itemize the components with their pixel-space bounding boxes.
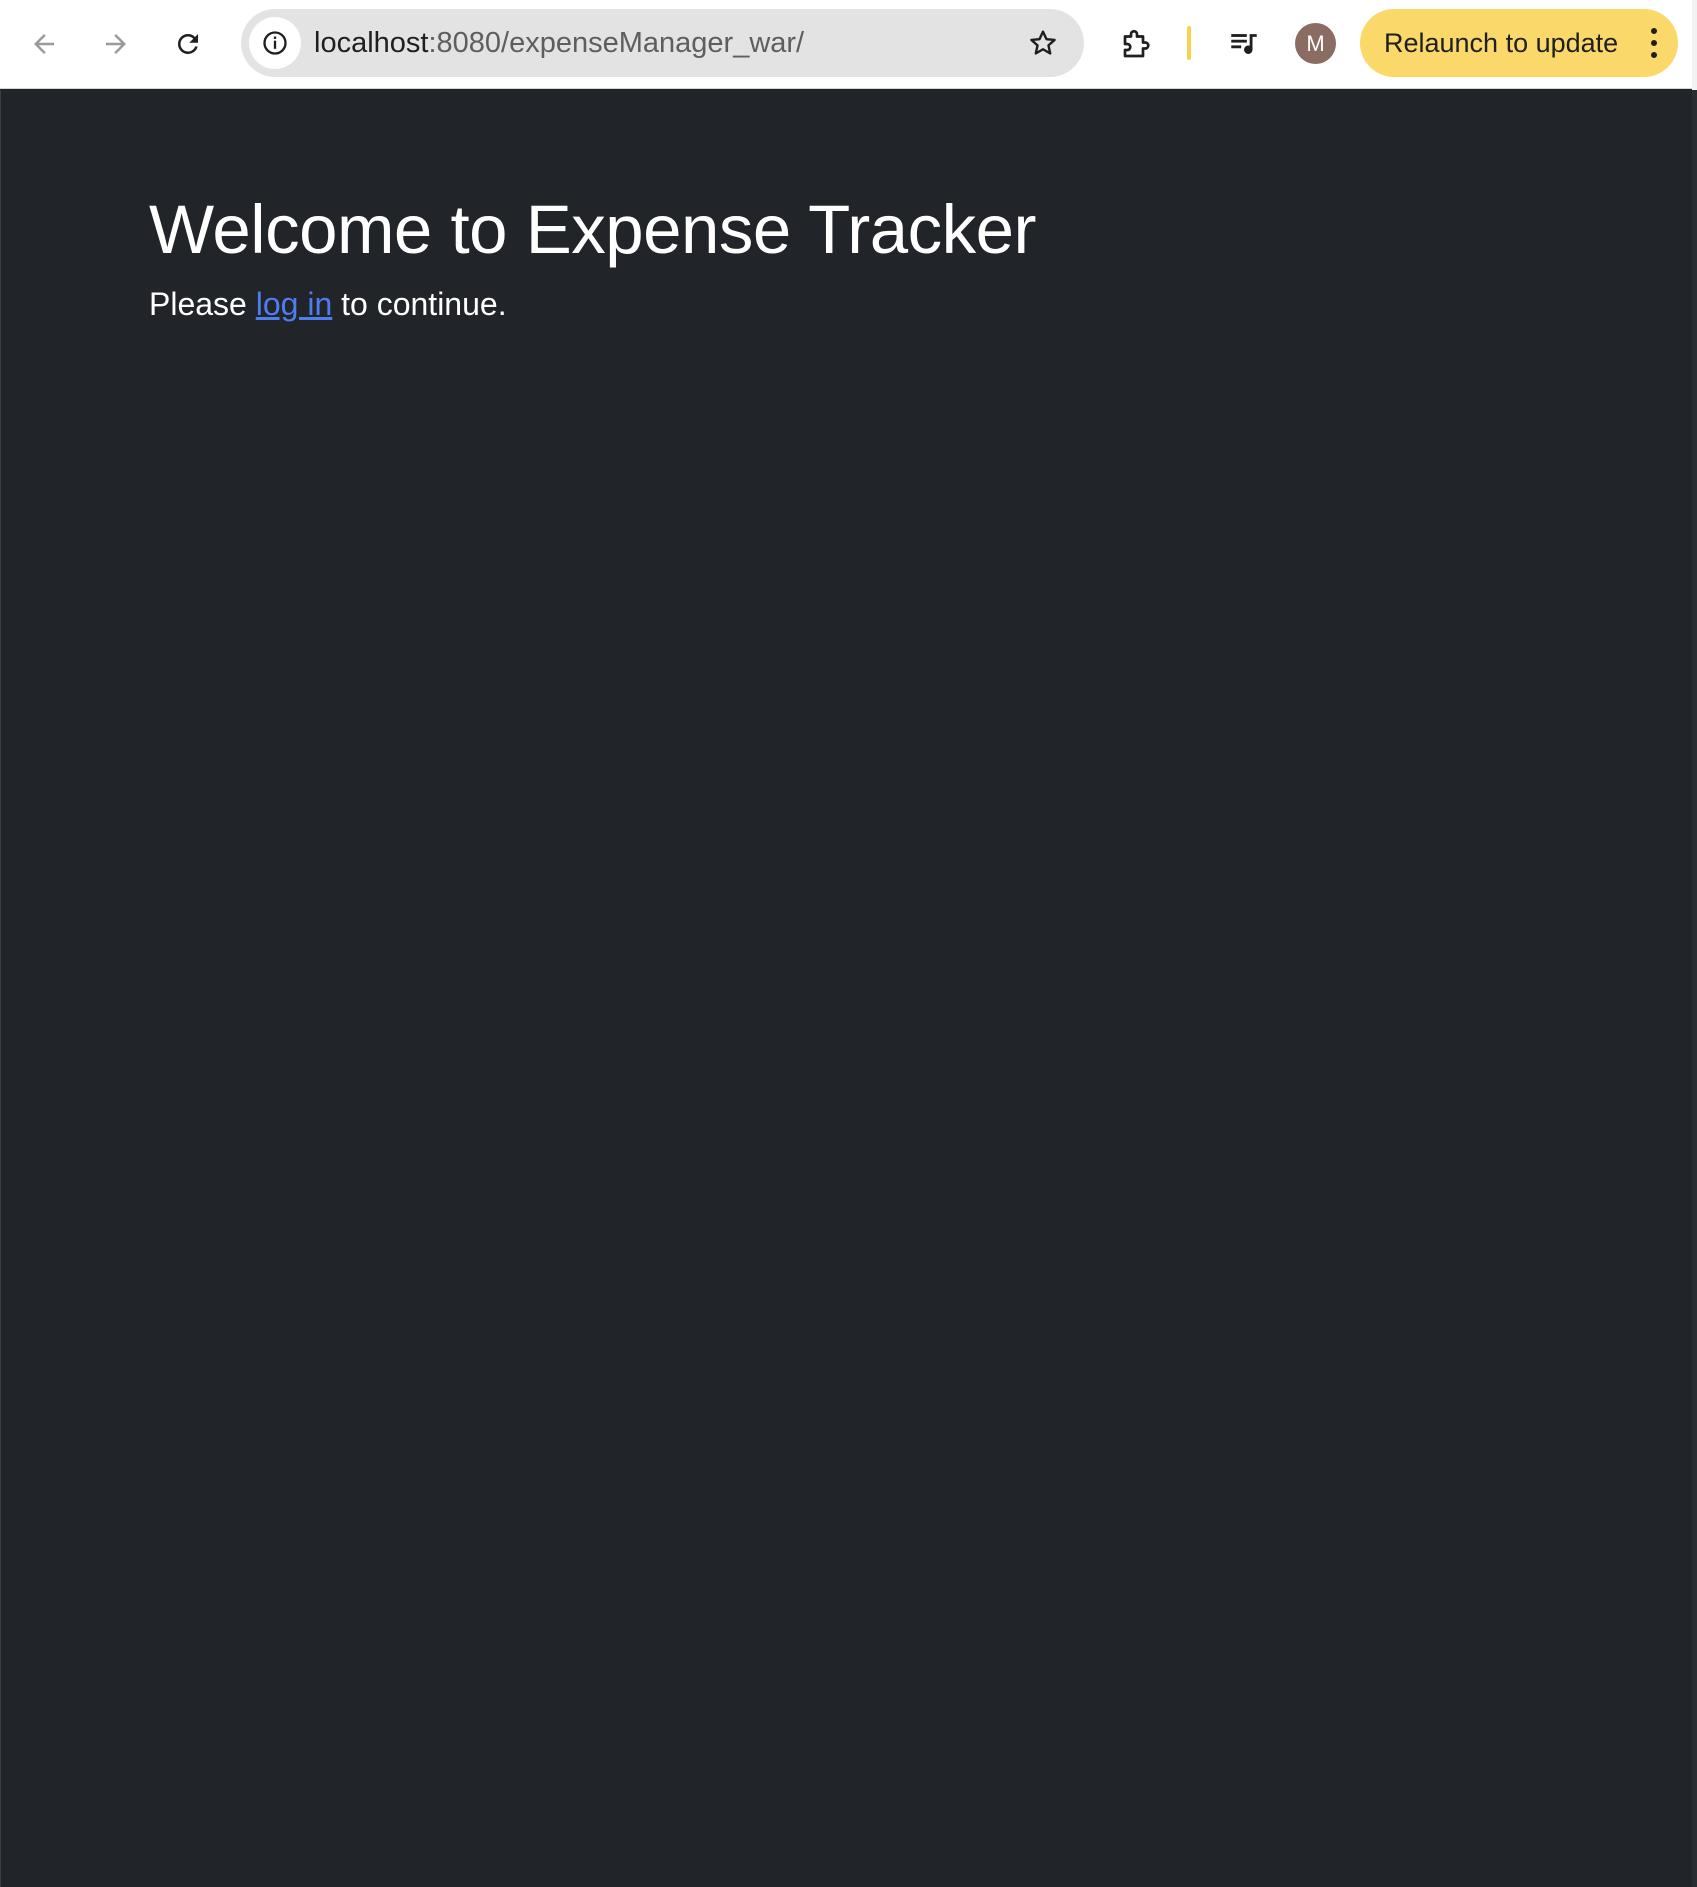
- info-icon: [263, 31, 287, 55]
- bookmark-button[interactable]: [1018, 18, 1068, 68]
- puzzle-icon: [1123, 29, 1150, 58]
- site-info-button[interactable]: [249, 17, 301, 69]
- login-prompt-prefix: Please: [149, 286, 256, 322]
- browser-toolbar: localhost:8080/expenseManager_war/ M Rel…: [0, 0, 1692, 89]
- adjacent-window-edge: [1692, 0, 1697, 1887]
- login-prompt-suffix: to continue.: [332, 286, 507, 322]
- url-text[interactable]: localhost:8080/expenseManager_war/: [314, 9, 804, 77]
- login-prompt: Please log in to continue.: [149, 286, 507, 323]
- forward-button[interactable]: [87, 15, 145, 73]
- reload-button[interactable]: [159, 15, 217, 73]
- avatar-initial: M: [1306, 30, 1325, 56]
- relaunch-to-update-button[interactable]: Relaunch to update: [1360, 9, 1678, 77]
- arrow-right-icon: [106, 34, 126, 54]
- login-link[interactable]: log in: [256, 286, 333, 322]
- address-bar[interactable]: localhost:8080/expenseManager_war/: [241, 9, 1084, 77]
- media-controls-button[interactable]: [1215, 15, 1273, 73]
- profile-avatar[interactable]: M: [1295, 23, 1336, 64]
- url-path: :8080/expenseManager_war/: [428, 27, 805, 59]
- extensions-button[interactable]: [1108, 15, 1166, 73]
- kebab-menu-icon[interactable]: [1648, 28, 1660, 58]
- arrow-left-icon: [34, 34, 54, 54]
- relaunch-label: Relaunch to update: [1384, 28, 1619, 58]
- reload-icon: [177, 33, 198, 54]
- toolbar-divider: [1187, 26, 1191, 60]
- star-icon: [1030, 30, 1056, 55]
- browser-window: localhost:8080/expenseManager_war/ M Rel…: [0, 0, 1697, 1887]
- page-title: Welcome to Expense Tracker: [149, 191, 1036, 268]
- back-button[interactable]: [15, 15, 73, 73]
- media-queue-icon: [1231, 34, 1257, 54]
- url-host: localhost: [314, 27, 429, 59]
- page-content: Welcome to Expense Tracker Please log in…: [0, 90, 1692, 1887]
